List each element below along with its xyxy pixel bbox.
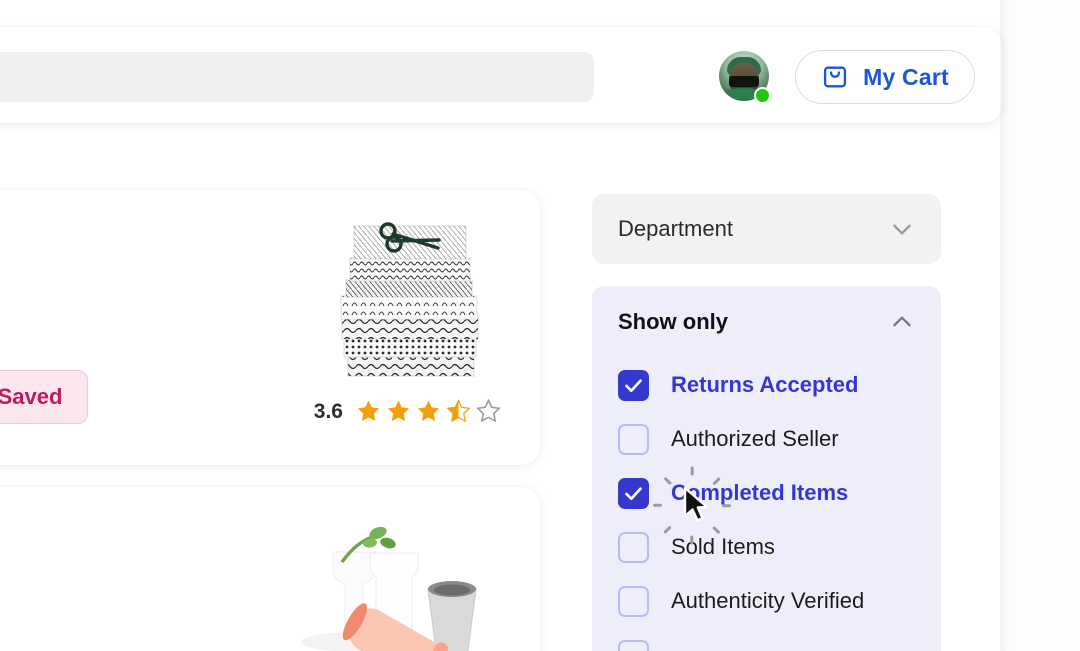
product-thumbnail: [332, 218, 488, 383]
product-title-line-1: Materials: [0, 222, 218, 262]
filter-department[interactable]: Department: [592, 194, 941, 264]
ceramic-vases-image: [300, 507, 510, 651]
filter-option-label: Authorized Seller: [671, 426, 839, 451]
product-title: Materials rops Decorations: [0, 222, 218, 301]
saved-button[interactable]: Saved: [0, 370, 88, 424]
product-info: ping Toolkit ase study ipping: [0, 519, 218, 642]
checkbox-checked-icon[interactable]: [618, 369, 649, 401]
filter-option-label: Returns Accepted: [671, 372, 859, 397]
product-info: Materials rops Decorations ipping: [0, 222, 218, 345]
product-actions: To cart Saved: [0, 370, 88, 424]
search-bar[interactable]: [0, 52, 594, 102]
filter-show-only-header[interactable]: Show only: [592, 286, 941, 358]
fabric-stack-image: [332, 218, 488, 383]
filter-option-label: Sold Items: [671, 534, 775, 559]
presence-online-indicator: [754, 87, 771, 104]
filter-show-only-panel: Show only Returns Accepted Authorized Se…: [592, 286, 941, 651]
avatar-sunglasses: [729, 75, 759, 87]
product-title: ping Toolkit ase study: [0, 519, 218, 598]
product-card[interactable]: ping Toolkit ase study ipping: [0, 487, 540, 651]
search-input[interactable]: [0, 66, 580, 88]
saved-label: Saved: [0, 384, 63, 409]
checkbox-unchecked-icon[interactable]: [618, 423, 649, 455]
product-shipping-note: ipping: [0, 319, 218, 345]
shopping-bag-icon: [821, 63, 849, 91]
checkbox-unchecked-icon[interactable]: [618, 531, 649, 563]
product-card[interactable]: Materials rops Decorations ipping To car…: [0, 190, 540, 465]
filter-show-only-label: Show only: [618, 309, 728, 334]
product-title-line-1: ping Toolkit: [0, 519, 218, 559]
chevron-down-icon: [889, 216, 915, 242]
filter-option-partial[interactable]: [592, 628, 941, 651]
chevron-up-icon: [889, 309, 915, 335]
product-title-line-2: ase study: [0, 559, 218, 599]
filter-option-authorized-seller[interactable]: Authorized Seller: [592, 412, 941, 466]
checkbox-unchecked-icon[interactable]: [618, 585, 649, 617]
checkbox-unchecked-icon[interactable]: [618, 639, 649, 651]
filter-option-label: Authenticity Verified: [671, 588, 865, 613]
product-thumbnail: [300, 507, 510, 651]
my-cart-label: My Cart: [863, 63, 949, 90]
product-rating: 3.6: [314, 398, 502, 425]
checkbox-checked-icon[interactable]: [618, 477, 649, 509]
app-viewport: My Cart Materials rops Decorations ippin…: [0, 0, 1080, 651]
rating-value: 3.6: [313, 399, 343, 423]
filter-option-label: Completed Items: [671, 480, 849, 505]
rating-stars: [355, 398, 502, 425]
filter-department-label: Department: [618, 216, 733, 241]
filter-option-sold-items[interactable]: Sold Items: [592, 520, 941, 574]
my-cart-button[interactable]: My Cart: [795, 50, 975, 104]
product-title-line-2: rops Decorations: [0, 262, 218, 302]
filter-option-completed-items[interactable]: Completed Items: [592, 466, 941, 520]
filter-option-authenticity-verified[interactable]: Authenticity Verified: [592, 574, 941, 628]
filter-option-list: Returns Accepted Authorized Seller Compl…: [592, 358, 941, 651]
product-shipping-note: ipping: [0, 616, 218, 642]
filter-option-returns-accepted[interactable]: Returns Accepted: [592, 358, 941, 412]
